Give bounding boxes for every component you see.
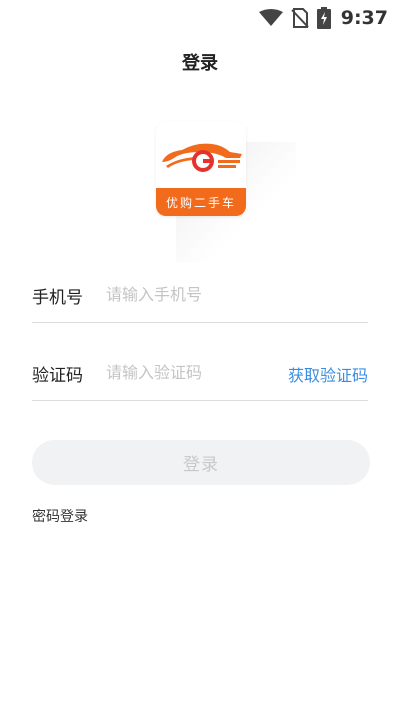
phone-input[interactable] (106, 279, 286, 309)
status-time: 9:37 (340, 7, 388, 29)
status-icons: 9:37 (258, 6, 388, 30)
wifi-icon (258, 9, 283, 27)
logo-text: 优购二手车 (165, 195, 236, 210)
phone-row: 手机号 (32, 267, 368, 323)
app-logo: 优购二手车 (156, 122, 296, 262)
code-row: 验证码 获取验证码 (32, 345, 368, 401)
login-screen: 9:37 登录 优购二手车 手机号 验证码 (0, 0, 400, 710)
get-code-button[interactable]: 获取验证码 (288, 362, 368, 386)
login-button[interactable]: 登录 (32, 440, 370, 485)
code-input[interactable] (106, 357, 286, 387)
code-label: 验证码 (32, 366, 83, 386)
logo-banner: 优购二手车 (156, 188, 246, 216)
password-login-link[interactable]: 密码登录 (32, 506, 88, 526)
page-title: 登录 (182, 53, 218, 74)
no-sim-icon (291, 8, 309, 28)
battery-charging-icon (316, 7, 331, 29)
status-bar: 9:37 (0, 0, 400, 36)
car-icon (162, 143, 242, 172)
logo-car-area (156, 122, 246, 188)
phone-label: 手机号 (32, 288, 83, 308)
logo-card: 优购二手车 (156, 122, 246, 216)
